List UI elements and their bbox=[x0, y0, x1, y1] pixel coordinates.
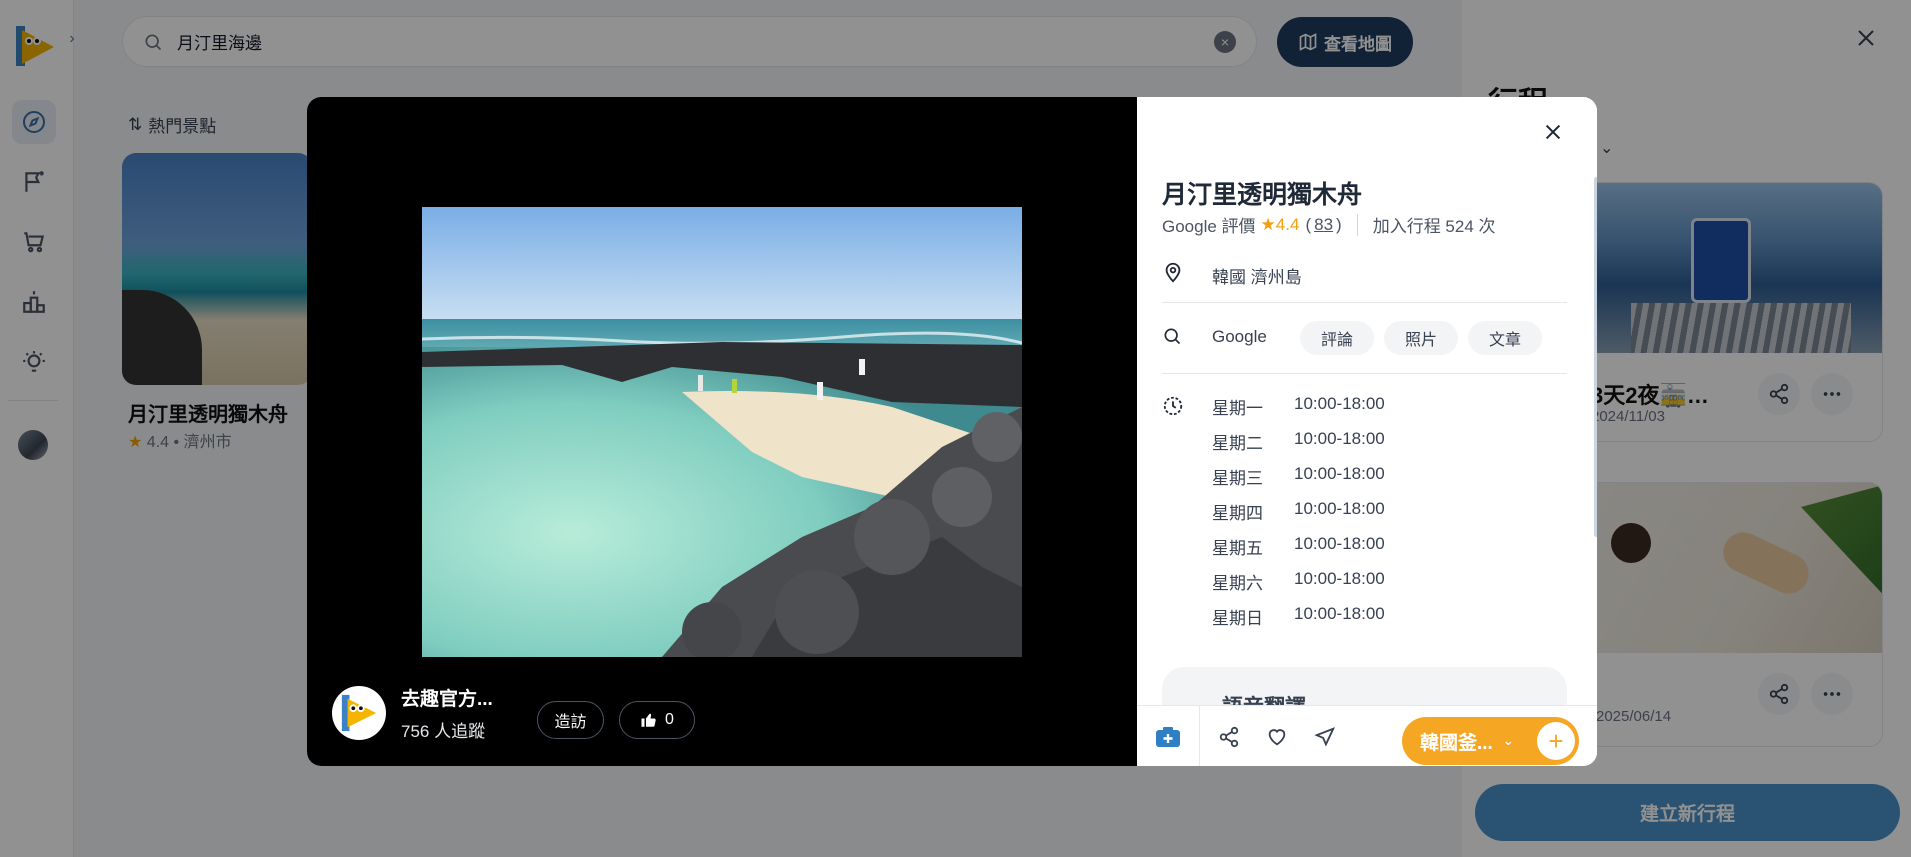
place-modal: 去趣官方... 756 人追蹤 造訪 0 月汀里透明獨木舟 Google 評價 … bbox=[307, 97, 1597, 766]
visit-label: 造訪 bbox=[554, 714, 587, 731]
search-icon bbox=[1162, 326, 1182, 351]
author-block[interactable]: 去趣官方... 756 人追蹤 bbox=[332, 684, 493, 742]
hours-time: 10:00-18:00 bbox=[1294, 534, 1385, 553]
review-close-paren: ) bbox=[1336, 214, 1342, 234]
review-count-link[interactable]: 83 bbox=[1314, 215, 1333, 235]
clock-icon bbox=[1162, 395, 1184, 422]
like-count: 0 bbox=[665, 711, 674, 728]
hours-day: 星期六 bbox=[1212, 574, 1263, 593]
place-details: 月汀里透明獨木舟 Google 評價 ★ 4.4 ( 83 ) 加入行程 524… bbox=[1137, 97, 1597, 766]
share-icon[interactable] bbox=[1216, 724, 1242, 750]
rating-value: 4.4 bbox=[1275, 214, 1300, 234]
place-rating: Google 評價 ★ 4.4 ( 83 ) 加入行程 524 次 bbox=[1162, 212, 1496, 237]
author-avatar[interactable] bbox=[332, 686, 386, 740]
hours-time: 10:00-18:00 bbox=[1294, 569, 1385, 588]
hours-day: 星期五 bbox=[1212, 539, 1263, 558]
search-google-label[interactable]: Google bbox=[1212, 327, 1267, 347]
visit-button[interactable]: 造訪 bbox=[537, 701, 604, 739]
hours-time: 10:00-18:00 bbox=[1294, 394, 1385, 413]
navigate-icon[interactable] bbox=[1312, 724, 1338, 750]
chevron-down-icon: ⌄ bbox=[1502, 733, 1514, 748]
trip-selector[interactable]: 韓國釜... ⌄ + bbox=[1402, 717, 1579, 765]
add-photo-icon[interactable] bbox=[1155, 724, 1181, 750]
hours-day: 星期三 bbox=[1212, 469, 1263, 488]
review-open-paren: ( bbox=[1305, 214, 1312, 234]
heart-icon[interactable] bbox=[1264, 724, 1290, 750]
tag-reviews[interactable]: 評論 bbox=[1300, 321, 1374, 355]
like-button[interactable]: 0 bbox=[619, 701, 695, 739]
thumbs-up-icon bbox=[641, 713, 656, 727]
hours-day: 星期四 bbox=[1212, 504, 1263, 523]
trip-selector-label: 韓國釜... bbox=[1420, 732, 1493, 754]
author-followers: 756 人追蹤 bbox=[401, 722, 486, 741]
photo-viewer: 去趣官方... 756 人追蹤 造訪 0 bbox=[307, 97, 1137, 766]
details-scrollbar[interactable] bbox=[1594, 177, 1597, 537]
tag-articles[interactable]: 文章 bbox=[1468, 321, 1542, 355]
author-name[interactable]: 去趣官方... bbox=[401, 684, 493, 711]
place-location: 韓國 濟州島 bbox=[1212, 268, 1302, 287]
hours-time: 10:00-18:00 bbox=[1294, 499, 1385, 518]
action-bar: 韓國釜... ⌄ + bbox=[1137, 705, 1597, 766]
hours-day: 星期一 bbox=[1212, 399, 1263, 418]
star-icon: ★ bbox=[1260, 214, 1276, 234]
hours-time: 10:00-18:00 bbox=[1294, 604, 1385, 623]
location-pin-icon bbox=[1162, 261, 1184, 288]
place-title: 月汀里透明獨木舟 bbox=[1162, 181, 1363, 209]
rating-prefix: Google 評價 bbox=[1162, 217, 1256, 236]
hours-time: 10:00-18:00 bbox=[1294, 464, 1385, 483]
tag-photos[interactable]: 照片 bbox=[1384, 321, 1458, 355]
added-count: 加入行程 524 次 bbox=[1372, 217, 1496, 236]
hours-day: 星期二 bbox=[1212, 434, 1263, 453]
hours-time: 10:00-18:00 bbox=[1294, 429, 1385, 448]
add-to-trip-button[interactable]: + bbox=[1537, 722, 1575, 760]
modal-close-icon[interactable] bbox=[1542, 121, 1564, 148]
place-photo[interactable] bbox=[422, 207, 1022, 657]
hours-day: 星期日 bbox=[1212, 609, 1263, 628]
